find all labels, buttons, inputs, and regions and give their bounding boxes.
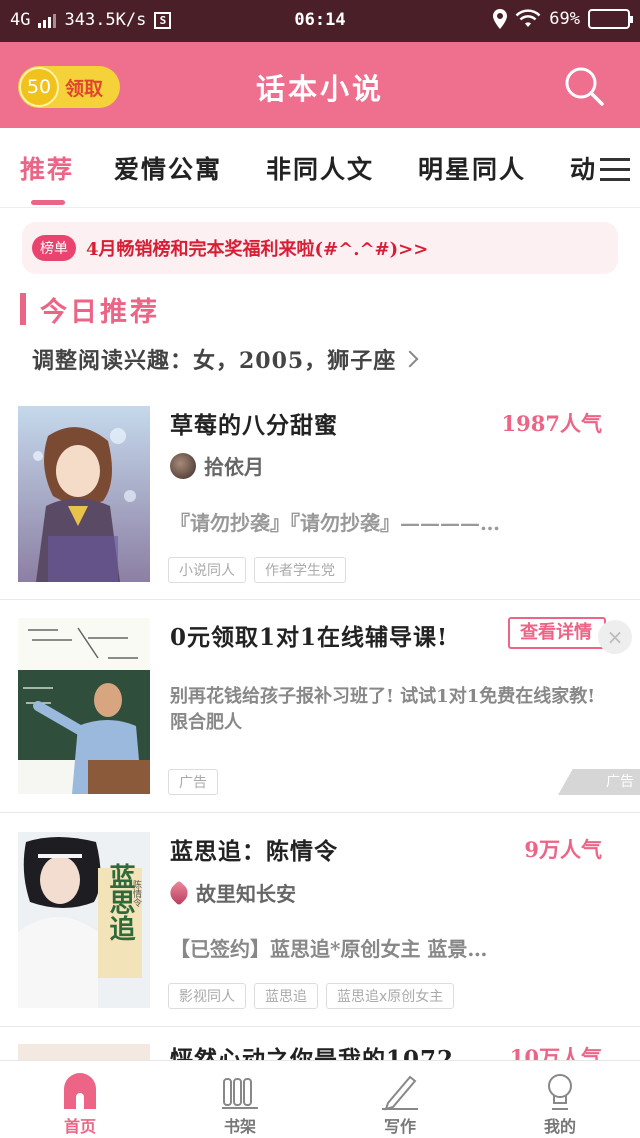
close-icon[interactable]: × bbox=[598, 620, 632, 654]
book-cover[interactable]: 蓝思追 陈情令 bbox=[18, 832, 150, 1008]
cover-subtitle: 陈情令 bbox=[131, 879, 142, 908]
tab-menu-button[interactable] bbox=[600, 154, 640, 188]
search-button[interactable] bbox=[562, 64, 606, 108]
ad-title[interactable]: 0元领取1对1在线辅导课! bbox=[170, 618, 448, 652]
divider bbox=[0, 599, 640, 600]
tag[interactable]: 蓝思追 bbox=[254, 983, 318, 1009]
tab-anime[interactable]: 动 bbox=[570, 150, 597, 186]
popularity-count: 9万人气 bbox=[524, 837, 602, 862]
tag[interactable]: 小说同人 bbox=[168, 557, 246, 583]
wifi-icon bbox=[515, 9, 541, 27]
app-title: 话本小说 bbox=[255, 72, 384, 106]
author[interactable]: 故里知长安 bbox=[166, 878, 296, 907]
book-tags: 影视同人 蓝思追 蓝思追x原创女主 bbox=[168, 983, 455, 1009]
search-icon bbox=[565, 67, 604, 106]
section-title: 今日推荐 bbox=[40, 297, 160, 328]
book-title[interactable]: 怦然心动之你是我的1072 bbox=[170, 1040, 454, 1060]
divider bbox=[0, 812, 640, 813]
bottom-navigation: 首页 书架 写作 我的 bbox=[0, 1060, 640, 1138]
lan-sizhui-cover-image: 蓝思追 陈情令 bbox=[18, 832, 150, 1008]
popularity-count: 1987人气 bbox=[501, 411, 602, 436]
bookshelf-icon bbox=[222, 1078, 258, 1109]
nav-profile[interactable]: 我的 bbox=[480, 1061, 640, 1138]
nav-write[interactable]: 写作 bbox=[320, 1061, 480, 1138]
ad-description: 别再花钱给孩子报补习班了! 试试1对1免费在线家教! 限合肥人 bbox=[170, 686, 596, 733]
ranking-badge: 榜单 bbox=[32, 235, 76, 261]
tab-non-fanfic[interactable]: 非同人文 bbox=[266, 150, 374, 186]
status-right: 69% bbox=[493, 9, 633, 29]
active-tab-indicator bbox=[31, 200, 65, 205]
ranking-banner[interactable]: 榜单 4月畅销榜和完本奖福利来啦(#^.^#)>> bbox=[22, 222, 618, 274]
book-title[interactable]: 草莓的八分甜蜜 bbox=[170, 406, 338, 440]
tag[interactable]: 作者学生党 bbox=[254, 557, 346, 583]
tab-love-apartment[interactable]: 爱情公寓 bbox=[114, 150, 222, 186]
book-cover[interactable] bbox=[18, 1044, 150, 1060]
book-tags: 小说同人 作者学生党 bbox=[168, 557, 346, 583]
app-header: 50 领取 话本小说 bbox=[0, 42, 640, 128]
tab-celebrity-fanfic[interactable]: 明星同人 bbox=[418, 150, 526, 186]
author-avatar bbox=[170, 452, 196, 479]
author[interactable]: 拾依月 bbox=[170, 451, 264, 480]
ad-mark: 广告 bbox=[558, 769, 640, 795]
section-marker bbox=[20, 293, 26, 325]
battery-icon bbox=[588, 9, 633, 29]
chevron-right-icon bbox=[401, 350, 419, 368]
status-bar: 4G 343.5K/s S 06:14 69% bbox=[0, 0, 640, 42]
nav-bookshelf[interactable]: 书架 bbox=[160, 1061, 320, 1138]
battery-percent: 69% bbox=[549, 9, 580, 29]
nav-profile-label: 我的 bbox=[543, 1117, 576, 1136]
tag[interactable]: 影视同人 bbox=[168, 983, 246, 1009]
nav-home-label: 首页 bbox=[63, 1117, 96, 1136]
divider bbox=[0, 1026, 640, 1027]
book-title[interactable]: 蓝思追：陈情令 bbox=[170, 832, 338, 866]
tab-recommend[interactable]: 推荐 bbox=[20, 150, 74, 186]
menu-icon bbox=[600, 158, 630, 161]
ad-detail-button[interactable]: 查看详情 bbox=[508, 617, 606, 649]
anime-girl-cover-image bbox=[18, 406, 150, 582]
book-cover[interactable] bbox=[18, 406, 150, 582]
nav-write-label: 写作 bbox=[383, 1117, 416, 1136]
ad-image[interactable] bbox=[18, 618, 150, 794]
nav-home[interactable]: 首页 bbox=[0, 1061, 160, 1138]
author-avatar bbox=[166, 879, 192, 906]
ad-tag: 广告 bbox=[168, 769, 218, 795]
adjust-interest-text: 调整阅读兴趣：女，2005，狮子座 bbox=[32, 348, 397, 374]
teacher-ad-image bbox=[18, 618, 150, 794]
adjust-interest-link[interactable]: 调整阅读兴趣：女，2005，狮子座 bbox=[32, 343, 419, 375]
book-description: 【已签约】蓝思追*原创女主 蓝景… bbox=[170, 937, 488, 961]
popularity-count: 10万人气 bbox=[509, 1045, 602, 1060]
home-icon bbox=[64, 1073, 96, 1109]
author-name: 拾依月 bbox=[204, 455, 264, 479]
profile-icon bbox=[548, 1074, 572, 1110]
author-name: 故里知长安 bbox=[196, 882, 296, 906]
ad-tags: 广告 bbox=[168, 769, 218, 795]
pencil-icon bbox=[382, 1075, 418, 1111]
book-description: 『请勿抄袭』『请勿抄袭』————… bbox=[170, 511, 500, 535]
nav-bookshelf-label: 书架 bbox=[223, 1117, 256, 1136]
banner-text: 4月畅销榜和完本奖福利来啦(#^.^#)>> bbox=[86, 239, 429, 260]
category-tabs: 推荐 爱情公寓 非同人文 明星同人 动 bbox=[0, 128, 640, 208]
tag[interactable]: 蓝思追x原创女主 bbox=[326, 983, 455, 1009]
location-icon bbox=[493, 9, 508, 29]
